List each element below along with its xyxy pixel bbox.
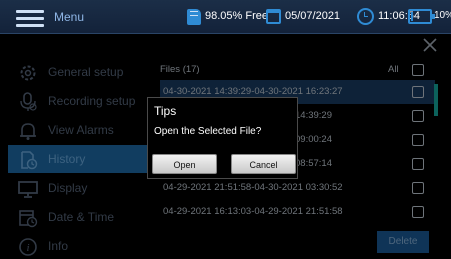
- cancel-button[interactable]: Cancel: [231, 154, 296, 174]
- storage-free-text: 98.05% Free: [205, 10, 268, 22]
- menu-label[interactable]: Menu: [54, 10, 84, 24]
- battery-level-fill: [411, 12, 413, 21]
- confirm-dialog: Tips Open the Selected File? Open Cancel: [147, 97, 298, 179]
- menu-icon[interactable]: [16, 10, 44, 27]
- calendar-icon: [266, 9, 281, 24]
- date-text: 05/07/2021: [285, 10, 341, 22]
- sd-card-icon: [187, 9, 201, 25]
- clock-icon: [357, 8, 374, 25]
- open-button[interactable]: Open: [152, 154, 217, 174]
- dialog-title: Tips: [154, 104, 177, 118]
- battery-icon: [408, 9, 435, 24]
- battery-percent: 10%: [434, 10, 451, 21]
- status-bar: Menu 98.05% Free 05/07/2021 11:06:54 10%: [0, 0, 451, 34]
- dialog-message: Open the Selected File?: [154, 126, 262, 137]
